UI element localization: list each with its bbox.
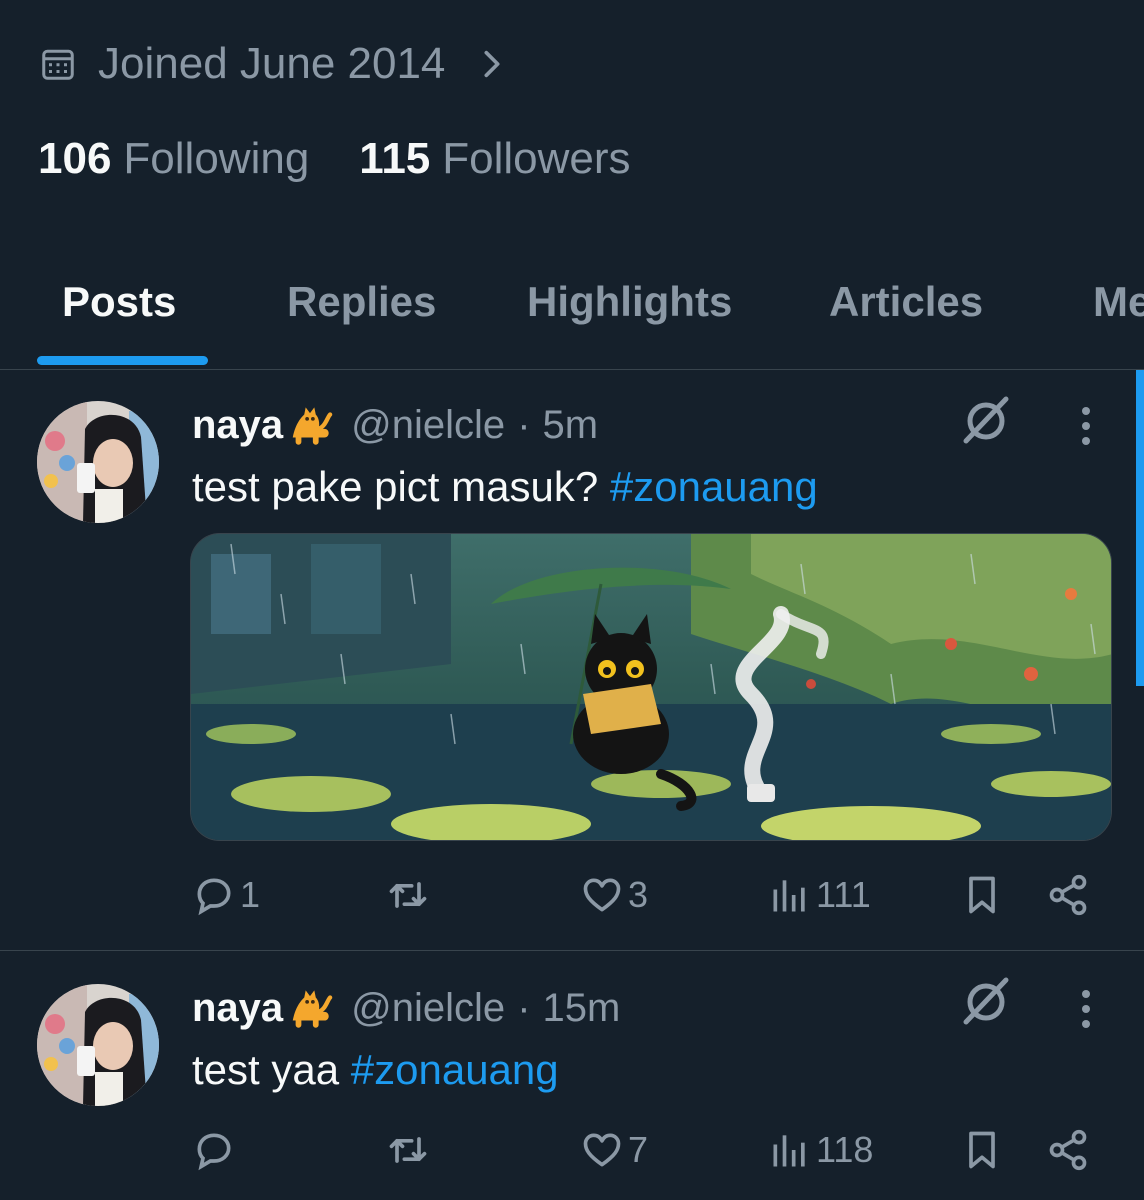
cat-emoji-icon <box>292 990 333 1028</box>
followers-label: Followers <box>442 134 631 183</box>
display-name[interactable]: naya <box>192 403 283 448</box>
grok-icon[interactable] <box>960 974 1012 1028</box>
reply-icon <box>197 1133 231 1171</box>
post-header: naya @nielcle · 5m <box>192 403 598 449</box>
calendar-icon <box>42 49 74 80</box>
grok-icon[interactable] <box>960 393 1012 447</box>
repost-icon <box>389 882 427 908</box>
active-tab-indicator <box>37 356 208 365</box>
share-button[interactable] <box>1046 1120 1090 1180</box>
heart-icon <box>583 1133 621 1167</box>
avatar[interactable] <box>37 984 159 1106</box>
profile-tabs: Posts Replies Highlights Articles Me <box>0 250 1144 370</box>
followers-count: 115 <box>359 134 431 183</box>
post-text: test yaa #zonauang <box>192 1046 559 1094</box>
joined-label: Joined June 2014 <box>98 39 446 88</box>
bookmark-button[interactable] <box>960 865 1004 925</box>
views-button[interactable]: 111 <box>768 865 871 925</box>
post-actions: 7 118 <box>0 1120 1144 1180</box>
cat-emoji-icon <box>292 407 333 445</box>
user-handle[interactable]: @nielcle <box>351 986 505 1031</box>
share-button[interactable] <box>1046 865 1090 925</box>
heart-icon <box>583 878 621 912</box>
views-icon <box>773 880 805 912</box>
like-button[interactable]: 3 <box>580 865 648 925</box>
separator-dot: · <box>517 986 531 1030</box>
followers-link[interactable]: 115 Followers <box>359 134 630 184</box>
like-count: 7 <box>628 1129 649 1170</box>
post-time[interactable]: 5m <box>543 403 599 448</box>
more-options-icon[interactable] <box>1068 403 1104 449</box>
reply-button[interactable]: 1 <box>192 865 260 925</box>
share-icon <box>1049 874 1087 916</box>
post-text: test pake pict masuk? #zonauang <box>192 463 818 511</box>
following-count: 106 <box>38 134 112 183</box>
post[interactable]: naya @nielcle · 15m test yaa #zonauang 7… <box>0 952 1144 1200</box>
avatar[interactable] <box>37 401 159 523</box>
bookmark-icon <box>969 1131 995 1169</box>
post-body: test yaa <box>192 1046 351 1093</box>
view-count: 111 <box>816 874 871 915</box>
tab-media[interactable]: Me <box>1093 278 1144 326</box>
hashtag-link[interactable]: #zonauang <box>351 1046 559 1093</box>
more-options-icon[interactable] <box>1068 986 1104 1032</box>
post-time[interactable]: 15m <box>543 986 621 1031</box>
chevron-right-icon <box>484 50 500 78</box>
user-handle[interactable]: @nielcle <box>351 403 505 448</box>
like-count: 3 <box>628 874 649 915</box>
hashtag-link[interactable]: #zonauang <box>610 463 818 510</box>
post-image[interactable] <box>190 533 1112 841</box>
joined-date-row[interactable]: Joined June 2014 <box>40 38 505 90</box>
tab-posts[interactable]: Posts <box>62 278 176 326</box>
share-icon <box>1049 1129 1087 1171</box>
post-actions: 1 3 111 <box>0 865 1144 925</box>
views-button[interactable]: 118 <box>768 1120 873 1180</box>
reply-button[interactable] <box>192 1120 240 1180</box>
tab-highlights[interactable]: Highlights <box>527 278 732 326</box>
bookmark-button[interactable] <box>960 1120 1004 1180</box>
profile-page: Joined June 2014 106 Following 115 Follo… <box>0 0 1144 1200</box>
repost-icon <box>389 1137 427 1163</box>
following-link[interactable]: 106 Following <box>38 134 309 184</box>
tab-replies[interactable]: Replies <box>287 278 436 326</box>
post[interactable]: naya @nielcle · 5m test pake pict masuk? <box>0 371 1144 951</box>
reply-count: 1 <box>240 874 261 915</box>
display-name[interactable]: naya <box>192 986 283 1031</box>
reply-icon <box>197 878 231 916</box>
tab-articles[interactable]: Articles <box>829 278 983 326</box>
repost-button[interactable] <box>386 865 434 925</box>
bookmark-icon <box>969 876 995 914</box>
view-count: 118 <box>816 1129 874 1170</box>
repost-button[interactable] <box>386 1120 434 1180</box>
like-button[interactable]: 7 <box>580 1120 648 1180</box>
post-body: test pake pict masuk? <box>192 463 610 510</box>
post-header: naya @nielcle · 15m <box>192 986 620 1032</box>
views-icon <box>773 1135 805 1167</box>
separator-dot: · <box>517 403 531 447</box>
following-label: Following <box>123 134 310 183</box>
follow-counts: 106 Following 115 Followers <box>38 134 681 184</box>
